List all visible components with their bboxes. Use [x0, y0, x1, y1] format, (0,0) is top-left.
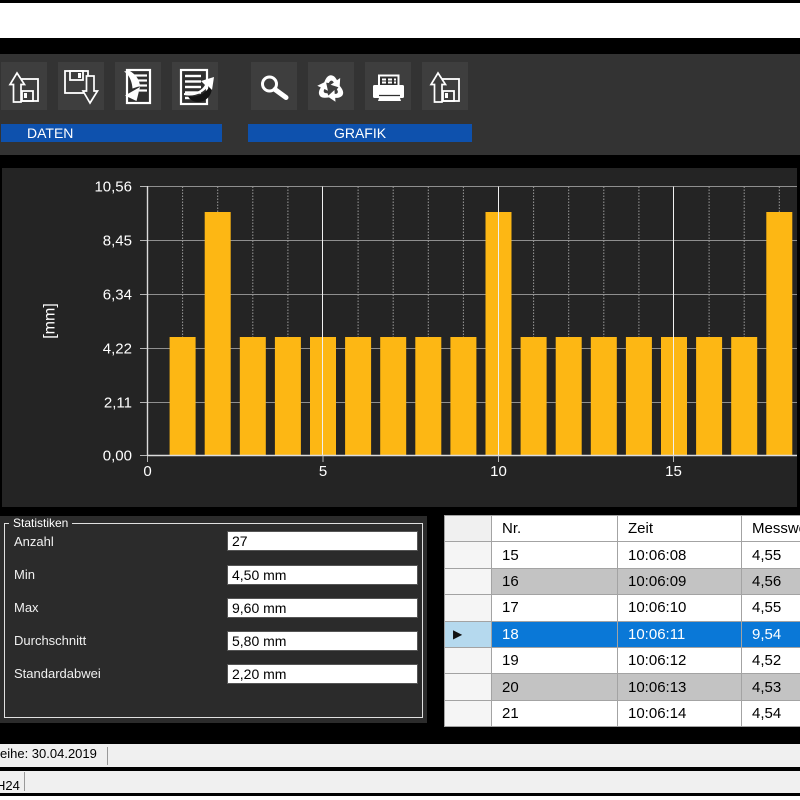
svg-text:8,45: 8,45 — [103, 233, 132, 250]
svg-text:10,56: 10,56 — [94, 179, 132, 196]
svg-text:0,00: 0,00 — [103, 448, 132, 465]
svg-text:6,34: 6,34 — [103, 287, 132, 304]
svg-text:15: 15 — [665, 463, 682, 480]
svg-text:5: 5 — [319, 463, 327, 480]
svg-text:2,11: 2,11 — [104, 395, 132, 412]
svg-text:10: 10 — [490, 463, 507, 480]
svg-text:0: 0 — [143, 463, 151, 480]
svg-text:[mm]: [mm] — [42, 303, 59, 339]
svg-text:4,22: 4,22 — [103, 341, 132, 358]
